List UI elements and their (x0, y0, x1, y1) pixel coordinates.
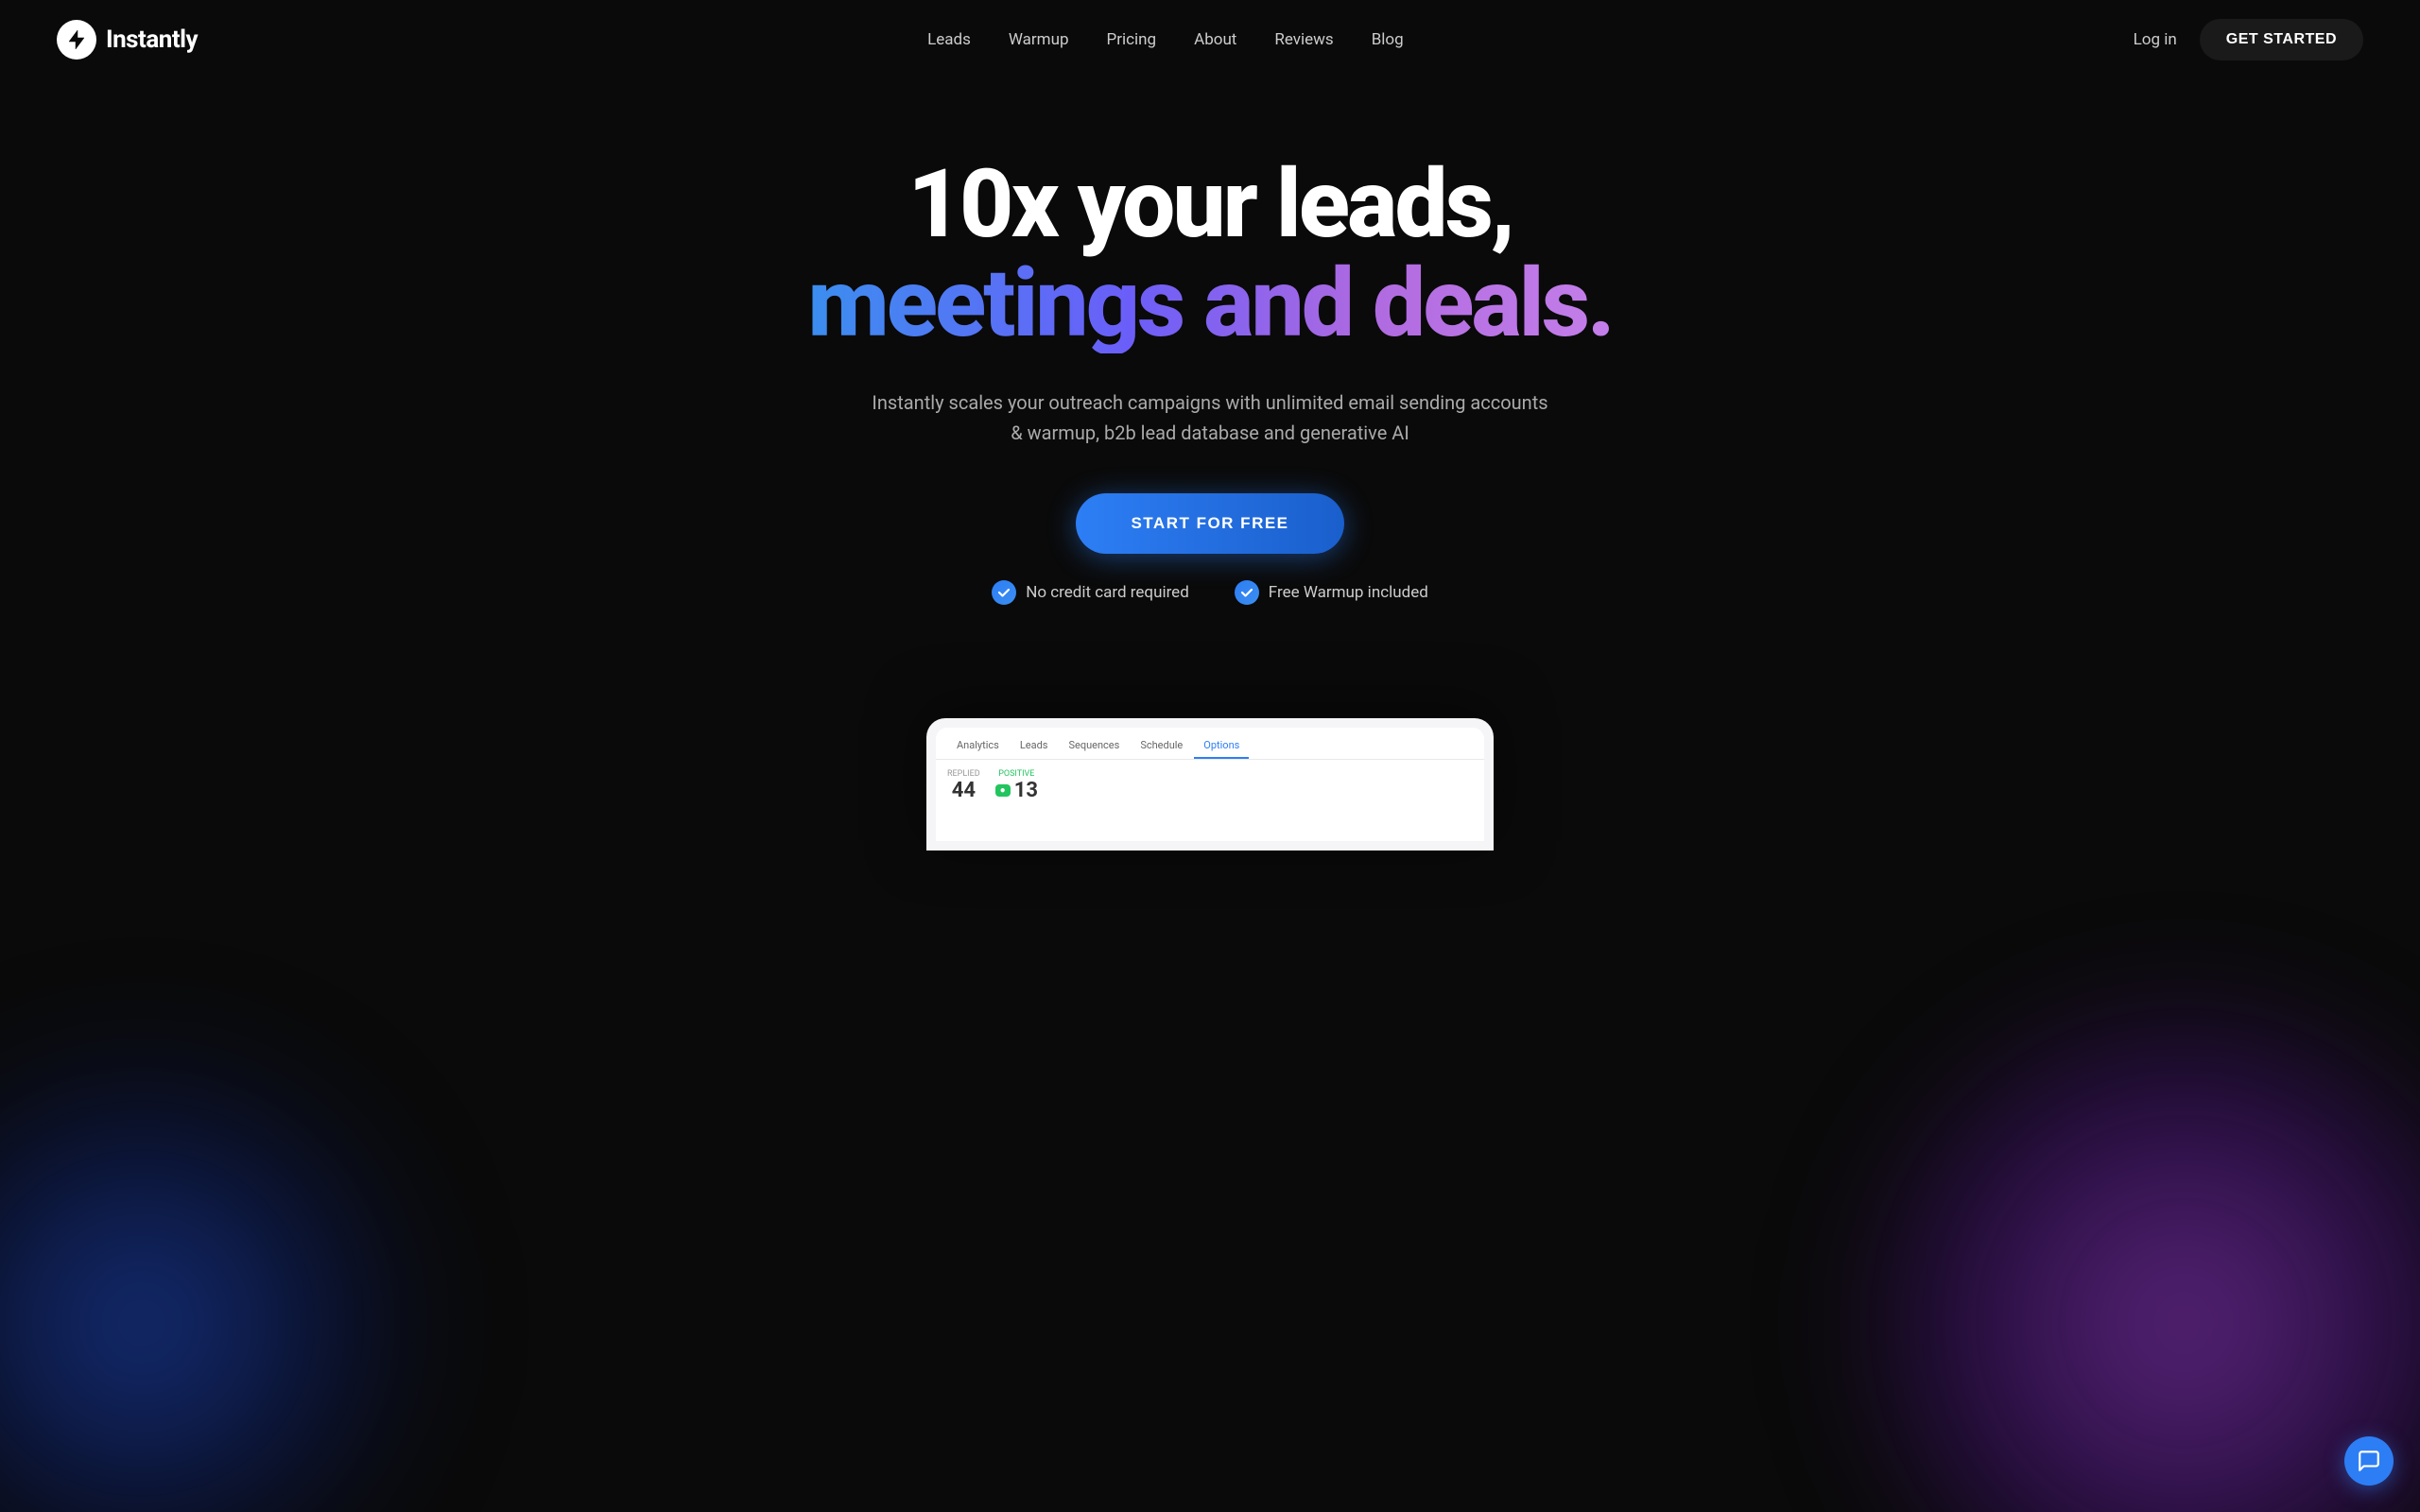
stat-replied-label: REPLIED (947, 769, 980, 779)
hero-headline-line2: meetings and deals. (807, 254, 1612, 353)
blob-blue (0, 1040, 425, 1512)
dashboard-tab-options[interactable]: Options (1194, 735, 1249, 759)
dashboard-inner: Analytics Leads Sequences Schedule Optio… (936, 728, 1484, 841)
nav-item-leads[interactable]: Leads (927, 30, 971, 49)
badge-no-credit-card: No credit card required (992, 580, 1189, 605)
hero-subtext: Instantly scales your outreach campaigns… (870, 387, 1550, 448)
stat-replied-value: 44 (952, 779, 976, 802)
nav-item-warmup[interactable]: Warmup (1009, 30, 1069, 49)
dashboard-content: REPLIED 44 POSITIVE ● 13 (936, 760, 1484, 812)
logo-icon (57, 20, 96, 60)
nav-item-blog[interactable]: Blog (1372, 30, 1404, 49)
nav-item-about[interactable]: About (1194, 30, 1236, 49)
check-icon-1 (992, 580, 1016, 605)
stat-replied: REPLIED 44 (947, 769, 980, 802)
dashboard-tab-schedule[interactable]: Schedule (1131, 735, 1192, 759)
dashboard-tabs: Analytics Leads Sequences Schedule Optio… (936, 728, 1484, 760)
blob-purple (1853, 992, 2420, 1512)
logo-link[interactable]: Instantly (57, 20, 198, 60)
stat-positive: POSITIVE ● 13 (995, 769, 1038, 802)
stat-positive-value: 13 (1014, 779, 1038, 802)
check-icon-2 (1235, 580, 1259, 605)
stat-positive-label: POSITIVE (998, 769, 1034, 779)
start-for-free-button[interactable]: START FOR FREE (1076, 493, 1343, 554)
nav-actions: Log in GET STARTED (2134, 19, 2363, 60)
hero-headline: 10x your leads, meetings and deals. (807, 155, 1612, 353)
dashboard-preview: Analytics Leads Sequences Schedule Optio… (0, 718, 2420, 850)
hero-section: 10x your leads, meetings and deals. Inst… (0, 79, 2420, 662)
navbar: Instantly Leads Warmup Pricing About Rev… (0, 0, 2420, 79)
nav-links: Leads Warmup Pricing About Reviews Blog (927, 30, 1404, 49)
chat-button[interactable] (2344, 1436, 2394, 1486)
login-link[interactable]: Log in (2134, 30, 2177, 49)
logo-text: Instantly (106, 26, 198, 54)
dashboard-tab-analytics[interactable]: Analytics (947, 735, 1009, 759)
hero-badges: No credit card required Free Warmup incl… (992, 580, 1428, 605)
get-started-button[interactable]: GET STARTED (2200, 19, 2363, 60)
badge-free-warmup: Free Warmup included (1235, 580, 1428, 605)
stat-positive-badge: ● (995, 784, 1011, 797)
badge-free-warmup-text: Free Warmup included (1269, 583, 1428, 602)
dashboard-tab-sequences[interactable]: Sequences (1059, 735, 1129, 759)
dashboard-tab-leads[interactable]: Leads (1011, 735, 1058, 759)
dashboard-card: Analytics Leads Sequences Schedule Optio… (926, 718, 1494, 850)
hero-headline-line1: 10x your leads, (908, 149, 1512, 260)
nav-item-pricing[interactable]: Pricing (1107, 30, 1157, 49)
nav-item-reviews[interactable]: Reviews (1274, 30, 1333, 49)
badge-no-credit-card-text: No credit card required (1026, 583, 1189, 602)
